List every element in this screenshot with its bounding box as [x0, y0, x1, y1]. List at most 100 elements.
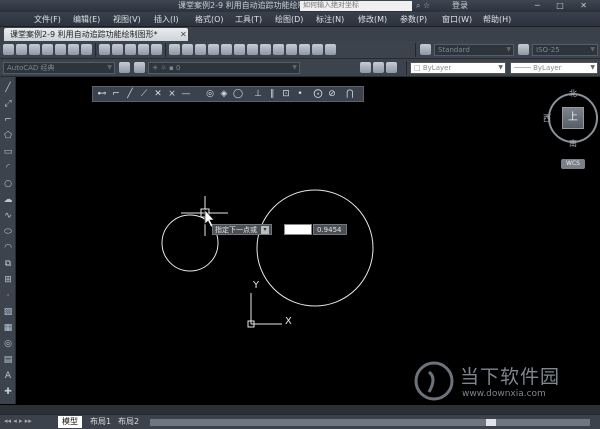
dynamic-input-field[interactable] — [284, 224, 312, 235]
layer-select[interactable]: ☀ ☼ ▪ 0 ▼ — [148, 62, 300, 74]
document-tab[interactable]: 课堂案例2-9 利用自动追踪功能绘制图形* ✕ — [4, 28, 188, 41]
menu-view[interactable]: 视图(V) — [113, 12, 141, 27]
tab-layout2[interactable]: 布局2 — [114, 416, 143, 428]
quickcalc-icon[interactable] — [312, 44, 323, 55]
open-file-icon[interactable] — [16, 44, 27, 55]
zoom-window-icon[interactable] — [221, 44, 232, 55]
viewcube-west[interactable]: 西 — [543, 113, 551, 124]
linetype-select[interactable]: ──── ByLayer ▼ — [510, 62, 598, 74]
gradient-icon[interactable]: ▦ — [3, 323, 13, 333]
help-icon[interactable] — [325, 44, 336, 55]
pan-icon[interactable] — [195, 44, 206, 55]
horizontal-scrollbar[interactable] — [150, 419, 590, 426]
line-icon[interactable]: ╱ — [3, 83, 13, 93]
color-select[interactable]: □ ByLayer ▼ — [410, 62, 506, 74]
ellipse-arc-icon[interactable]: ◠ — [3, 243, 13, 253]
menu-format[interactable]: 格式(O) — [195, 12, 224, 27]
polyline-icon[interactable]: ⌐ — [3, 115, 13, 125]
snap-none-icon[interactable]: ⊘ — [327, 89, 337, 99]
multiline-text-icon[interactable]: A — [3, 371, 13, 381]
paste-icon[interactable] — [125, 44, 136, 55]
ucs-menu-button[interactable]: WCS — [561, 159, 585, 169]
menu-edit[interactable]: 编辑(E) — [73, 12, 100, 27]
menu-window[interactable]: 窗口(W) — [442, 12, 472, 27]
snap-quadrant-icon[interactable]: ◈ — [219, 89, 229, 99]
block-editor-icon[interactable] — [151, 44, 162, 55]
viewcube-north[interactable]: 北 — [569, 88, 577, 99]
construction-line-icon[interactable]: ⤢ — [3, 99, 13, 109]
zoom-previous-icon[interactable] — [234, 44, 245, 55]
snap-node-icon[interactable]: • — [295, 89, 305, 99]
snap-nearest-icon[interactable]: ⨀ — [313, 89, 323, 99]
viewcube-top-face[interactable]: 上 — [562, 107, 584, 129]
spline-icon[interactable]: ∿ — [3, 211, 13, 221]
match-properties-icon[interactable] — [138, 44, 149, 55]
drawing-canvas[interactable] — [17, 77, 600, 404]
text-style-icon[interactable] — [420, 44, 431, 55]
snap-midpoint-icon[interactable]: ⟋ — [139, 89, 149, 99]
design-center-icon[interactable] — [260, 44, 271, 55]
search-icon[interactable]: ⌕ ☆ — [416, 1, 430, 11]
menu-insert[interactable]: 插入(I) — [154, 12, 179, 27]
dim-style-icon[interactable] — [518, 44, 529, 55]
snap-insert-icon[interactable]: ⊡ — [281, 89, 291, 99]
dynamic-input-value[interactable]: 0.9454 — [313, 224, 347, 235]
menu-help[interactable]: 帮助(H) — [483, 12, 511, 27]
menu-dimension[interactable]: 标注(N) — [316, 12, 344, 27]
rectangle-icon[interactable]: ▭ — [3, 147, 13, 157]
scrollbar-thumb[interactable] — [486, 419, 496, 426]
tab-model[interactable]: 模型 — [58, 416, 82, 428]
publish-icon[interactable] — [68, 44, 79, 55]
plot-preview-icon[interactable] — [55, 44, 66, 55]
text-style-select[interactable]: Standard ▼ — [434, 44, 514, 56]
login-button[interactable]: 登录 — [452, 0, 468, 12]
search-input[interactable] — [300, 1, 412, 11]
tab-nav-arrows-icon[interactable]: ◂◂ ◂ ▸ ▸▸ — [4, 417, 32, 425]
snap-extension-icon[interactable]: — — [181, 89, 191, 99]
undo-icon[interactable] — [169, 44, 180, 55]
layer-previous-icon[interactable] — [373, 62, 384, 73]
save-icon[interactable] — [29, 44, 40, 55]
window-controls[interactable]: ─ □ ✕ — [535, 0, 594, 12]
plot-icon[interactable] — [42, 44, 53, 55]
osnap-settings-icon[interactable]: ⋂ — [345, 89, 355, 99]
insert-block-icon[interactable]: ⧉ — [3, 259, 13, 269]
redo-icon[interactable] — [182, 44, 193, 55]
add-selected-icon[interactable]: ✚ — [3, 387, 13, 397]
zoom-realtime-icon[interactable] — [208, 44, 219, 55]
snap-intersection-icon[interactable]: ✕ — [153, 89, 163, 99]
menu-tools[interactable]: 工具(T) — [235, 12, 262, 27]
hatch-icon[interactable]: ▨ — [3, 307, 13, 317]
snap-from-icon[interactable]: ⌐ — [111, 89, 121, 99]
snap-parallel-icon[interactable]: ∥ — [267, 89, 277, 99]
tool-palettes-icon[interactable] — [273, 44, 284, 55]
close-tab-icon[interactable]: ✕ — [180, 28, 187, 41]
cut-icon[interactable] — [99, 44, 110, 55]
make-current-layer-icon[interactable] — [360, 62, 371, 73]
layer-states-icon[interactable] — [386, 62, 397, 73]
workspace-settings-icon[interactable] — [119, 62, 130, 73]
sheet-set-icon[interactable] — [286, 44, 297, 55]
new-file-icon[interactable] — [3, 44, 14, 55]
properties-icon[interactable] — [247, 44, 258, 55]
temporary-track-icon[interactable]: ⊷ — [97, 89, 107, 99]
copy-icon[interactable] — [112, 44, 123, 55]
menu-parameters[interactable]: 参数(P) — [400, 12, 427, 27]
snap-apparent-intersection-icon[interactable]: ⨯ — [167, 89, 177, 99]
snap-tangent-icon[interactable]: ◯ — [233, 89, 243, 99]
workspace-select[interactable]: AutoCAD 经典 ▼ — [3, 62, 115, 74]
circle-icon[interactable]: ○ — [3, 179, 13, 189]
menu-modify[interactable]: 修改(M) — [358, 12, 387, 27]
3d-dwf-icon[interactable] — [81, 44, 92, 55]
menu-file[interactable]: 文件(F) — [34, 12, 61, 27]
table-icon[interactable]: ▤ — [3, 355, 13, 365]
arc-icon[interactable]: ◜ — [3, 163, 13, 173]
make-block-icon[interactable]: ⊞ — [3, 275, 13, 285]
snap-center-icon[interactable]: ◎ — [205, 89, 215, 99]
snap-endpoint-icon[interactable]: ╱ — [125, 89, 135, 99]
viewcube-south[interactable]: 南 — [569, 138, 577, 149]
revision-cloud-icon[interactable]: ☁ — [3, 195, 13, 205]
ellipse-icon[interactable]: ⬭ — [3, 227, 13, 237]
tab-layout1[interactable]: 布局1 — [86, 416, 115, 428]
snap-perpendicular-icon[interactable]: ⊥ — [253, 89, 263, 99]
